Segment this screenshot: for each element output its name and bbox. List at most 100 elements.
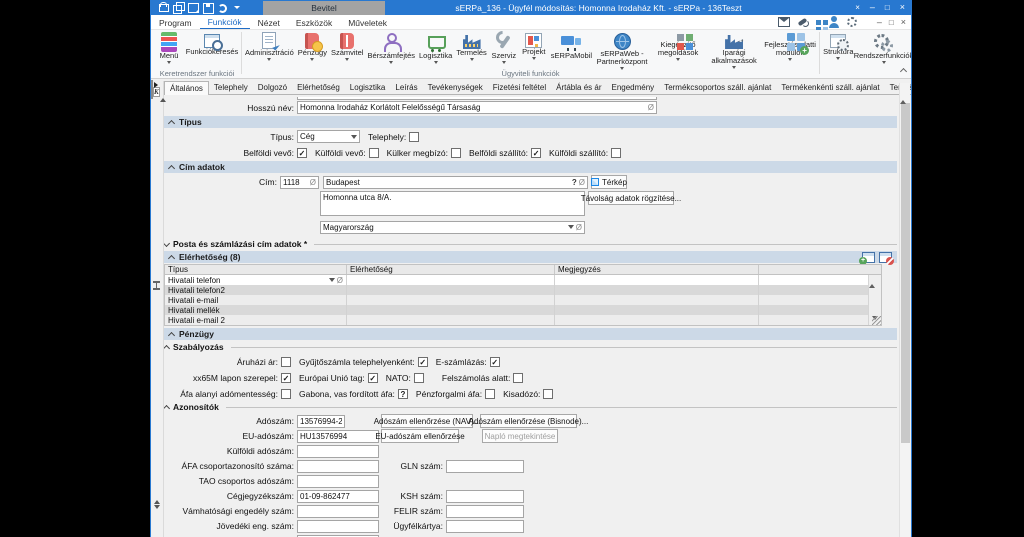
- terkep-button[interactable]: Térkép: [591, 175, 627, 189]
- tab-engedmeny[interactable]: Engedmény: [606, 81, 660, 95]
- penzforgalmi-checkbox[interactable]: [485, 388, 496, 399]
- tab-artabla[interactable]: Ártábla és ár: [551, 81, 607, 95]
- belfoldi-szallito-checkbox[interactable]: ✓: [531, 147, 542, 158]
- delete-row-icon[interactable]: [879, 251, 894, 265]
- ribbon-item-penzugy[interactable]: Pénzügy: [296, 30, 329, 69]
- ribbon-item-menu[interactable]: Menü: [154, 30, 184, 69]
- tab-logisztika[interactable]: Logisztika: [344, 81, 391, 95]
- section-szabalyozas[interactable]: Szabályozás: [164, 342, 897, 352]
- city-input[interactable]: Budapest: [323, 175, 588, 189]
- cegjegyzekszam-input[interactable]: 01-09-862477: [297, 489, 379, 503]
- attachment-icon[interactable]: [337, 276, 343, 285]
- menu-program[interactable]: Program: [151, 15, 200, 29]
- column-header[interactable]: Elérhetőség: [347, 265, 555, 274]
- gear-icon[interactable]: [846, 17, 857, 27]
- mdi-close-icon[interactable]: [901, 17, 906, 27]
- nato-checkbox[interactable]: [413, 372, 424, 383]
- afa-csoport-input[interactable]: [297, 459, 379, 473]
- ribbon-item-adminisztracio[interactable]: Adminisztráció: [243, 30, 296, 69]
- column-header[interactable]: Megjegyzés: [555, 265, 759, 274]
- copy-icon[interactable]: [173, 2, 185, 14]
- ribbon-item-serpamobil[interactable]: sERPaMobil: [549, 30, 594, 69]
- section-posta[interactable]: Posta és számlázási cím adatok *: [164, 239, 897, 249]
- tavolsag-button[interactable]: Távolság adatok rögzítése...: [581, 191, 681, 205]
- kulker-megbizo-checkbox[interactable]: [450, 147, 461, 158]
- section-tipus[interactable]: Típus: [164, 116, 897, 128]
- eu-check-button[interactable]: EU-adószám ellenőrzése: [375, 429, 465, 443]
- style-button[interactable]: K: [153, 87, 160, 97]
- user-icon[interactable]: [828, 16, 840, 28]
- kulfoldi-vevo-checkbox[interactable]: [368, 147, 379, 158]
- maximize-icon[interactable]: [885, 3, 890, 12]
- save-icon[interactable]: [203, 2, 214, 14]
- vamhatosagi-input[interactable]: [297, 504, 379, 518]
- ugyfelkartya-input[interactable]: [446, 519, 524, 533]
- table-row[interactable]: Hivatali mellék: [165, 305, 881, 315]
- lock-icon[interactable]: [158, 2, 169, 13]
- menu-eszkozok[interactable]: Eszközök: [288, 15, 340, 29]
- table-row[interactable]: Hivatali telefon2: [165, 285, 881, 295]
- ribbon-item-szamvitel[interactable]: Számvitel: [329, 30, 366, 69]
- section-elerhetoseg[interactable]: Elérhetőség (8): [164, 251, 897, 265]
- export-window-icon[interactable]: [188, 2, 199, 13]
- attachment-icon[interactable]: [648, 103, 654, 112]
- telephely-checkbox[interactable]: [409, 131, 420, 142]
- table-row[interactable]: Hivatali e-mail: [165, 295, 881, 305]
- aruhazi-ar-checkbox[interactable]: [281, 356, 291, 367]
- scroll-up-icon[interactable]: [900, 83, 906, 104]
- felszamolas-checkbox[interactable]: [513, 372, 524, 383]
- ribbon-item-logisztika[interactable]: Logisztika: [417, 30, 454, 69]
- tab-dolgozo[interactable]: Dolgozó: [252, 81, 293, 95]
- splitter-handle[interactable]: [153, 281, 160, 290]
- add-row-icon[interactable]: [859, 251, 875, 265]
- ribbon-item-szerviz[interactable]: Szerviz: [489, 30, 519, 69]
- mail-icon[interactable]: [777, 17, 790, 27]
- main-scrollbar[interactable]: [899, 83, 910, 537]
- xx65m-checkbox[interactable]: ✓: [281, 372, 291, 383]
- kulfoldi-adoszam-input[interactable]: [297, 444, 379, 458]
- tao-input[interactable]: [297, 474, 379, 488]
- tab-fizetesi-feltetel[interactable]: Fizetési feltétel: [487, 81, 552, 95]
- eu-adoszam-input[interactable]: HU13576994: [297, 429, 379, 443]
- chevron-down-icon[interactable]: [234, 6, 240, 9]
- lookup-icon[interactable]: [572, 178, 577, 187]
- kulfoldi-szallito-checkbox[interactable]: [611, 147, 622, 158]
- section-cim-adatok[interactable]: Cím adatok: [164, 161, 897, 173]
- tab-altalanos[interactable]: Általános: [164, 81, 209, 95]
- scrollbar-thumb[interactable]: [900, 103, 910, 443]
- document-tab[interactable]: Bevitel: [263, 1, 385, 15]
- section-azonositok[interactable]: Azonosítók: [164, 402, 897, 412]
- adoszam-input[interactable]: 13576994-2-43: [297, 414, 345, 428]
- table-row[interactable]: Hivatali e-mail 2: [165, 315, 881, 325]
- menu-nezet[interactable]: Nézet: [250, 15, 288, 29]
- close-icon[interactable]: [900, 3, 905, 12]
- column-header[interactable]: Típus: [165, 265, 347, 274]
- pin-icon[interactable]: [855, 3, 860, 12]
- ribbon-item-kiegeszito[interactable]: Kiegészítő megoldások: [650, 30, 706, 69]
- attachment-icon[interactable]: [576, 223, 582, 232]
- eu-tag-checkbox[interactable]: ✓: [367, 372, 378, 383]
- scroll-up-icon[interactable]: [869, 275, 875, 288]
- ribbon-item-funkciokereses[interactable]: Funkciókeresés: [184, 30, 240, 69]
- ribbon-item-iparagi[interactable]: Iparági alkalmazások: [706, 30, 762, 69]
- ribbon-item-projekt[interactable]: Projekt: [519, 30, 549, 69]
- gabona-checkbox[interactable]: ?: [397, 388, 408, 399]
- minimize-icon[interactable]: [870, 3, 875, 12]
- section-penzugy[interactable]: Pénzügy: [164, 328, 897, 340]
- gln-input[interactable]: [446, 459, 524, 473]
- ribbon-item-berszamfejtes[interactable]: Bérszámfejtés: [365, 30, 417, 69]
- country-combo[interactable]: Magyarország: [320, 220, 585, 234]
- tab-termekcsoportos[interactable]: Termékcsoportos száll. ajánlat: [659, 81, 777, 95]
- refresh-icon[interactable]: [218, 3, 227, 13]
- menu-muveletek[interactable]: Műveletek: [340, 15, 395, 29]
- bisnode-check-button[interactable]: Adószám ellenőrzése (Bisnode)...: [469, 414, 588, 428]
- ribbon-item-struktura[interactable]: Struktúra: [821, 30, 855, 69]
- ribbon-item-serpaweb[interactable]: sERPaWeb - Partnerközpont: [594, 30, 650, 70]
- tab-tevekenysegek[interactable]: Tevékenységek: [422, 81, 488, 95]
- belfoldi-vevo-checkbox[interactable]: ✓: [297, 147, 307, 158]
- mdi-restore-icon[interactable]: [889, 17, 894, 27]
- tipus-combo[interactable]: Cég: [297, 130, 360, 143]
- tab-telephely[interactable]: Telephely: [208, 81, 253, 95]
- table-row[interactable]: Hivatali telefon: [165, 275, 881, 285]
- street-textarea[interactable]: Homonna utca 8/A.: [320, 191, 585, 216]
